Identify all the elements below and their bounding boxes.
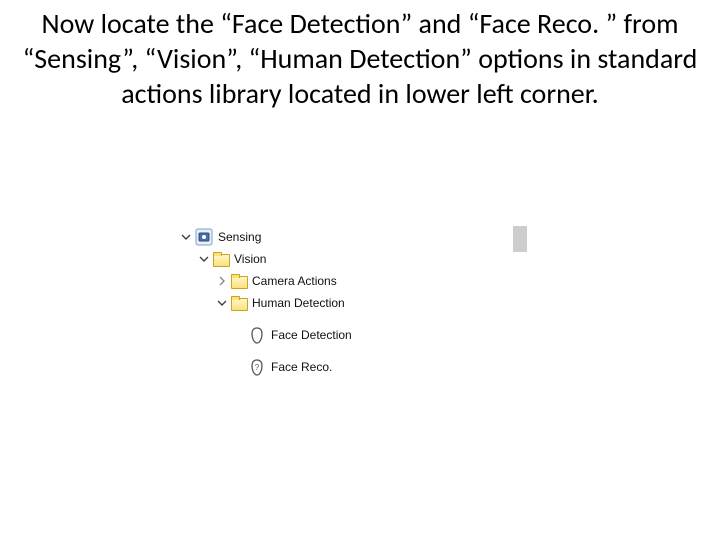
tree-row-vision[interactable]: Vision bbox=[180, 248, 510, 270]
chevron-down-icon[interactable] bbox=[198, 253, 210, 265]
tree-label: Human Detection bbox=[252, 296, 345, 310]
face-outline-icon bbox=[249, 326, 265, 344]
chevron-placeholder bbox=[234, 361, 246, 373]
actions-tree: Sensing Vision Camera Actions Human Dete… bbox=[180, 226, 510, 378]
sensing-icon bbox=[195, 228, 213, 246]
tree-row-camera-actions[interactable]: Camera Actions bbox=[180, 270, 510, 292]
tree-row-sensing[interactable]: Sensing bbox=[180, 226, 510, 248]
svg-text:?: ? bbox=[255, 363, 260, 372]
chevron-right-icon[interactable] bbox=[216, 275, 228, 287]
tree-label: Face Detection bbox=[271, 328, 352, 342]
tree-label: Face Reco. bbox=[271, 360, 332, 374]
face-question-icon: ? bbox=[249, 358, 265, 376]
folder-icon bbox=[231, 296, 247, 310]
chevron-placeholder bbox=[234, 329, 246, 341]
folder-icon bbox=[231, 274, 247, 288]
tree-label: Vision bbox=[234, 252, 266, 266]
scrollbar-thumb[interactable] bbox=[513, 226, 527, 252]
folder-icon bbox=[213, 252, 229, 266]
chevron-down-icon[interactable] bbox=[216, 297, 228, 309]
tree-label: Sensing bbox=[218, 230, 261, 244]
chevron-down-icon[interactable] bbox=[180, 231, 192, 243]
tree-row-human-detection[interactable]: Human Detection bbox=[180, 292, 510, 314]
tree-row-face-reco[interactable]: ? Face Reco. bbox=[180, 356, 510, 378]
tree-row-face-detection[interactable]: Face Detection bbox=[180, 324, 510, 346]
tree-label: Camera Actions bbox=[252, 274, 337, 288]
instruction-text: Now locate the “Face Detection” and “Fac… bbox=[0, 0, 720, 111]
